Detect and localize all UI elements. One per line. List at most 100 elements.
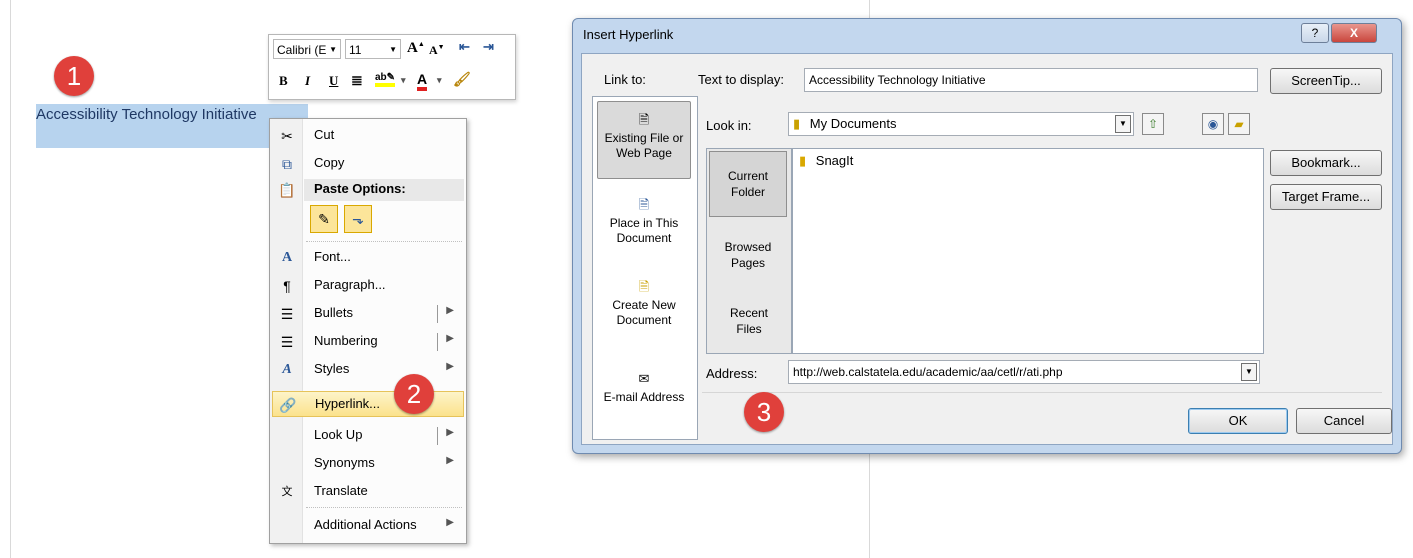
paste-merge-icon[interactable]: ⬎	[344, 205, 372, 233]
menu-separator	[306, 507, 462, 508]
mini-toolbar: Calibri (E ▼ 11 ▼ A▲ A▼ ⇤ ⇥ B I U ≣ ab✎ …	[268, 34, 516, 100]
bookmark-button[interactable]: Bookmark...	[1270, 150, 1382, 176]
menu-item-paste-options: 📋 Paste Options:	[278, 181, 406, 198]
menu-item-cut[interactable]: ✂ Cut	[272, 123, 464, 149]
folder-view-bar: Current Folder Browsed Pages Recent File…	[706, 148, 792, 354]
dialog-title: Insert Hyperlink	[583, 27, 674, 42]
selected-text[interactable]: Accessibility Technology Initiative	[36, 106, 257, 123]
grow-font-button[interactable]: A▲	[407, 40, 425, 57]
shrink-font-button[interactable]: A▼	[429, 43, 445, 58]
menu-separator	[306, 241, 462, 242]
address-label: Address:	[706, 366, 758, 381]
scissors-icon: ✂	[281, 128, 293, 144]
existing-file-icon: 🗎	[638, 112, 650, 127]
menu-item-translate[interactable]: 文 Translate	[272, 479, 464, 505]
text-to-display-input[interactable]: Accessibility Technology Initiative	[804, 68, 1258, 92]
underline-button[interactable]: U	[329, 73, 338, 89]
context-menu: ✂ Cut ⧉ Copy 📋 Paste Options: ✎ ⬎ A Font…	[269, 118, 467, 544]
tab-current-folder[interactable]: Current Folder	[709, 151, 787, 217]
font-size-box[interactable]: 11 ▼	[345, 39, 401, 59]
increase-indent-icon[interactable]: ⇥	[483, 39, 494, 55]
step-badge-2: 2	[394, 374, 434, 414]
menu-item-hyperlink[interactable]: 🔗 Hyperlink...	[272, 391, 464, 417]
text-to-display-label: Text to display:	[698, 72, 784, 87]
folder-icon: ▮	[793, 116, 801, 131]
format-painter-icon[interactable]: 🖌	[453, 71, 471, 88]
menu-item-numbering[interactable]: ☰ Numbering ▶	[272, 329, 464, 355]
menu-item-copy[interactable]: ⧉ Copy	[272, 151, 464, 177]
list-item[interactable]: ▮ SnagIt	[799, 153, 853, 169]
ok-button[interactable]: OK	[1188, 408, 1288, 434]
font-size-value: 11	[349, 43, 362, 57]
chevron-down-icon[interactable]: ▾	[437, 75, 442, 86]
translate-icon: 文	[281, 486, 293, 498]
tab-browsed-pages[interactable]: Browsed Pages	[713, 239, 783, 271]
submenu-separator	[437, 305, 438, 323]
menu-item-additional-actions[interactable]: Additional Actions ▶	[272, 513, 464, 539]
font-icon: A	[281, 250, 293, 265]
menu-item-font[interactable]: A Font...	[272, 245, 464, 271]
tab-recent-files[interactable]: Recent Files	[717, 305, 781, 337]
italic-button[interactable]: I	[305, 73, 310, 89]
file-list[interactable]: ▮ SnagIt	[792, 148, 1264, 354]
submenu-arrow-icon: ▶	[446, 305, 454, 316]
menu-item-synonyms[interactable]: Synonyms ▶	[272, 451, 464, 477]
folder-icon: ▮	[799, 153, 807, 168]
target-frame-button[interactable]: Target Frame...	[1270, 184, 1382, 210]
step-badge-1: 1	[54, 56, 94, 96]
menu-item-styles[interactable]: A Styles ▶	[272, 357, 464, 383]
menu-item-look-up[interactable]: Look Up ▶	[272, 423, 464, 449]
bullets-icon: ☰	[280, 306, 294, 322]
submenu-separator	[437, 427, 438, 445]
address-input[interactable]: http://web.calstatela.edu/academic/aa/ce…	[788, 360, 1260, 384]
browse-web-icon[interactable]: ◉	[1202, 113, 1224, 135]
submenu-arrow-icon: ▶	[446, 427, 454, 438]
hyperlink-icon: 🔗	[279, 397, 297, 413]
copy-icon: ⧉	[282, 156, 292, 172]
new-document-icon: 🗎	[638, 279, 650, 294]
font-color-button[interactable]: A	[417, 71, 428, 91]
chevron-down-icon[interactable]: ▼	[1241, 363, 1257, 381]
font-name-value: Calibri (E	[277, 43, 327, 57]
paste-keep-formatting-icon[interactable]: ✎	[310, 205, 338, 233]
screentip-button[interactable]: ScreenTip...	[1270, 68, 1382, 94]
cancel-button[interactable]: Cancel	[1296, 408, 1392, 434]
paragraph-icon: ¶	[283, 278, 291, 294]
help-button[interactable]: ?	[1301, 23, 1329, 43]
submenu-arrow-icon: ▶	[446, 455, 454, 466]
center-align-icon[interactable]: ≣	[351, 72, 363, 89]
close-button[interactable]: X	[1331, 23, 1377, 43]
menu-item-bullets[interactable]: ☰ Bullets ▶	[272, 301, 464, 327]
chevron-down-icon[interactable]: ▾	[401, 75, 406, 86]
chevron-down-icon: ▼	[329, 45, 337, 54]
link-to-bar: 🗎 Existing File or Web Page 🗎 Place in T…	[592, 96, 698, 440]
link-to-label: Link to:	[604, 72, 646, 87]
link-existing-file[interactable]: 🗎 Existing File or Web Page	[597, 101, 691, 179]
link-email-address[interactable]: ✉ E-mail Address	[597, 371, 691, 405]
document-place-icon: 🗎	[638, 197, 650, 212]
up-folder-icon[interactable]: ⇧	[1142, 113, 1164, 135]
look-in-select[interactable]: ▮ My Documents	[788, 112, 1134, 136]
submenu-arrow-icon: ▶	[446, 517, 454, 528]
browse-file-icon[interactable]: ▰	[1228, 113, 1250, 135]
submenu-separator	[437, 333, 438, 351]
email-icon: ✉	[638, 371, 650, 386]
link-create-new-document[interactable]: 🗎 Create New Document	[597, 279, 691, 328]
dialog-separator	[702, 392, 1382, 393]
font-name-box[interactable]: Calibri (E ▼	[273, 39, 341, 59]
document-left-margin	[10, 0, 11, 558]
chevron-down-icon[interactable]: ▼	[1115, 115, 1131, 133]
submenu-arrow-icon: ▶	[446, 333, 454, 344]
paste-icon: 📋	[278, 182, 296, 198]
chevron-down-icon: ▼	[389, 45, 397, 54]
submenu-arrow-icon: ▶	[446, 361, 454, 372]
menu-item-paragraph[interactable]: ¶ Paragraph...	[272, 273, 464, 299]
highlight-button[interactable]: ab✎	[375, 72, 396, 87]
numbering-icon: ☰	[280, 334, 294, 350]
link-place-in-document[interactable]: 🗎 Place in This Document	[597, 197, 691, 246]
decrease-indent-icon[interactable]: ⇤	[459, 39, 470, 55]
bold-button[interactable]: B	[279, 73, 288, 89]
insert-hyperlink-dialog: Insert Hyperlink ? X Link to: Text to di…	[572, 18, 1402, 454]
dialog-body: Link to: Text to display: Accessibility …	[581, 53, 1393, 445]
step-badge-3: 3	[744, 392, 784, 432]
